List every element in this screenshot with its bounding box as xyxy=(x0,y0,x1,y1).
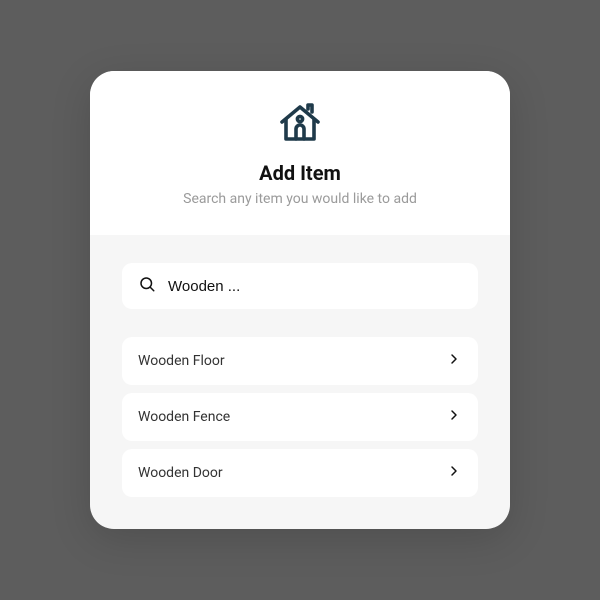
result-label: Wooden Door xyxy=(138,465,223,481)
chevron-right-icon xyxy=(446,351,462,371)
results-list: Wooden Floor Wooden Fence Wooden Door xyxy=(122,337,478,497)
result-label: Wooden Fence xyxy=(138,409,230,425)
modal-header: Add Item Search any item you would like … xyxy=(90,71,510,235)
chevron-right-icon xyxy=(446,463,462,483)
modal-body: Wooden Floor Wooden Fence Wooden Door xyxy=(90,235,510,529)
result-label: Wooden Floor xyxy=(138,353,225,369)
result-item[interactable]: Wooden Door xyxy=(122,449,478,497)
result-item[interactable]: Wooden Fence xyxy=(122,393,478,441)
search-icon xyxy=(138,275,156,297)
house-icon xyxy=(110,99,490,147)
search-input[interactable] xyxy=(168,278,462,295)
chevron-right-icon xyxy=(446,407,462,427)
modal-subtitle: Search any item you would like to add xyxy=(110,191,490,207)
modal-title: Add Item xyxy=(110,161,490,185)
search-field[interactable] xyxy=(122,263,478,309)
result-item[interactable]: Wooden Floor xyxy=(122,337,478,385)
add-item-modal: Add Item Search any item you would like … xyxy=(90,71,510,529)
